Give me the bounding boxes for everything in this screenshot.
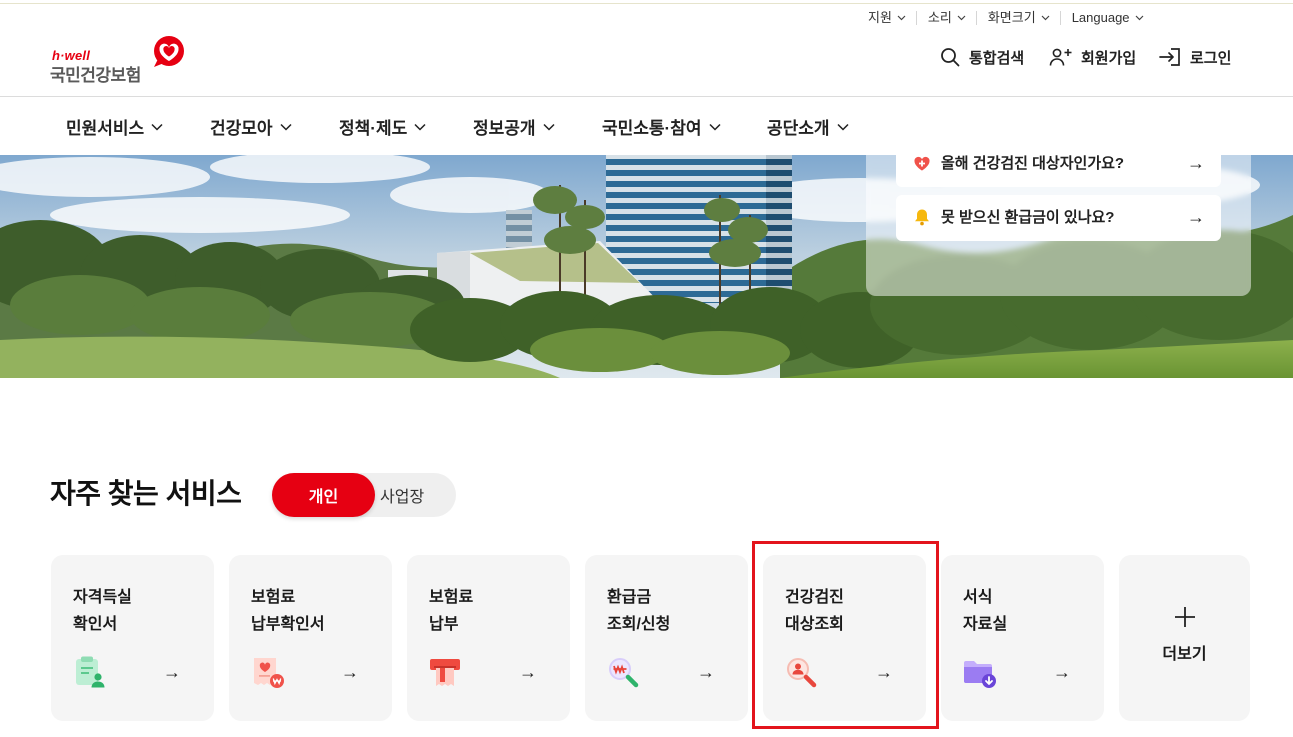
card-title: 서식 자료실 bbox=[963, 584, 1007, 638]
search-icon bbox=[941, 48, 960, 67]
arrow-right-icon: → bbox=[875, 662, 893, 682]
chevron-down-icon bbox=[897, 15, 906, 21]
hero-banner: 올해 건강검진 대상자인가요? → 못 받으신 환급금이 있나요? → bbox=[0, 155, 1293, 378]
bell-icon bbox=[915, 209, 929, 226]
nav-label: 정책·제도 bbox=[339, 119, 408, 138]
card-title-line: 자격득실 bbox=[73, 589, 132, 606]
utility-item-support[interactable]: 지원 bbox=[868, 11, 916, 25]
person-add-icon bbox=[1049, 48, 1072, 66]
more-services-button[interactable]: 더보기 bbox=[1119, 555, 1250, 721]
nav-item-health-moa[interactable]: 건강모아 bbox=[210, 97, 292, 156]
page: 지원 소리 화면크기 Language h·well 국민건강보험 통합검색 회… bbox=[0, 0, 1293, 737]
nav-label: 공단소개 bbox=[767, 119, 830, 138]
chevron-down-icon bbox=[957, 15, 966, 21]
nav-item-policy[interactable]: 정책·제도 bbox=[339, 97, 426, 156]
nav-item-civil-service[interactable]: 민원서비스 bbox=[66, 97, 163, 156]
utility-label: Language bbox=[1071, 10, 1130, 25]
utility-item-language[interactable]: Language bbox=[1059, 10, 1154, 25]
card-title-line: 납부 bbox=[429, 616, 459, 633]
folder-download-icon bbox=[964, 661, 996, 688]
nav-label: 건강모아 bbox=[210, 119, 273, 138]
quick-link-health-checkup[interactable]: 올해 건강검진 대상자인가요? → bbox=[896, 155, 1221, 187]
service-card-forms-library[interactable]: 서식 자료실 → bbox=[941, 555, 1104, 721]
utility-menu: 지원 소리 화면크기 Language bbox=[868, 9, 1154, 27]
chevron-down-icon bbox=[1041, 15, 1050, 21]
chevron-down-icon bbox=[1135, 15, 1143, 21]
arrow-right-icon: → bbox=[341, 662, 359, 682]
service-card-qualification-certificate[interactable]: 자격득실 확인서 → bbox=[51, 555, 214, 721]
site-logo[interactable]: h·well 국민건강보험 bbox=[50, 34, 190, 85]
utility-label: 화면크기 bbox=[987, 10, 1036, 25]
main-nav: 민원서비스 건강모아 정책·제도 정보공개 국민소통·참여 공단소개 bbox=[0, 96, 1293, 156]
utility-item-screen-size[interactable]: 화면크기 bbox=[975, 10, 1060, 25]
card-title-line: 자료실 bbox=[963, 616, 1008, 633]
health-check-search-icon bbox=[787, 658, 817, 688]
nav-item-participation[interactable]: 국민소통·참여 bbox=[602, 97, 721, 156]
refund-search-icon bbox=[609, 658, 639, 688]
card-title-line: 조회/신청 bbox=[607, 616, 671, 633]
heart-logo-icon bbox=[154, 36, 184, 67]
card-title-line: 보험료 bbox=[429, 589, 474, 606]
chevron-down-icon bbox=[280, 123, 292, 131]
card-payment-icon bbox=[430, 659, 460, 686]
search-label: 통합검색 bbox=[969, 49, 1025, 67]
nav-label: 정보공개 bbox=[473, 119, 536, 138]
login-icon bbox=[1159, 48, 1180, 66]
card-title: 보험료 납부확인서 bbox=[251, 584, 325, 638]
card-title-line: 납부확인서 bbox=[251, 616, 325, 633]
chevron-down-icon bbox=[837, 123, 849, 131]
utility-item-sound[interactable]: 소리 bbox=[915, 10, 976, 25]
card-title-line: 확인서 bbox=[73, 616, 118, 633]
arrow-right-icon: → bbox=[1187, 155, 1205, 173]
nav-label: 민원서비스 bbox=[66, 119, 145, 138]
plus-icon bbox=[1175, 607, 1195, 627]
quick-links-panel: 올해 건강검진 대상자인가요? → 못 받으신 환급금이 있나요? → bbox=[866, 155, 1251, 296]
card-title: 환급금 조회/신청 bbox=[607, 584, 670, 638]
card-title-line: 환급금 bbox=[607, 589, 652, 606]
logo-name: 국민건강보험 bbox=[50, 66, 141, 85]
join-button[interactable]: 회원가입 bbox=[1049, 45, 1136, 69]
card-title-line: 서식 bbox=[963, 589, 993, 606]
more-label: 더보기 bbox=[1162, 646, 1207, 663]
nav-label: 국민소통·참여 bbox=[602, 119, 702, 138]
quick-link-label: 올해 건강검진 대상자인가요? bbox=[941, 155, 1125, 172]
join-label: 회원가입 bbox=[1081, 49, 1137, 67]
service-card-health-checkup-lookup[interactable]: 건강검진 대상조회 → bbox=[763, 555, 926, 721]
arrow-right-icon: → bbox=[697, 662, 715, 682]
card-title: 건강검진 대상조회 bbox=[785, 584, 844, 638]
arrow-right-icon: → bbox=[163, 662, 181, 682]
card-title-line: 건강검진 bbox=[785, 589, 844, 606]
audience-toggle: 개인 사업장 bbox=[272, 473, 456, 517]
login-button[interactable]: 로그인 bbox=[1159, 45, 1231, 69]
service-card-premium-payment-certificate[interactable]: 보험료 납부확인서 → bbox=[229, 555, 392, 721]
login-label: 로그인 bbox=[1190, 49, 1232, 67]
chevron-down-icon bbox=[543, 123, 555, 131]
section-title: 자주 찾는 서비스 bbox=[50, 478, 242, 509]
utility-label: 소리 bbox=[927, 10, 952, 25]
quick-link-label: 못 받으신 환급금이 있나요? bbox=[941, 209, 1115, 226]
chevron-down-icon bbox=[151, 123, 163, 131]
tab-business[interactable]: 사업장 bbox=[380, 473, 424, 517]
service-card-premium-payment[interactable]: 보험료 납부 → bbox=[407, 555, 570, 721]
tab-personal[interactable]: 개인 bbox=[272, 473, 375, 517]
chevron-down-icon bbox=[414, 123, 426, 131]
nav-item-about[interactable]: 공단소개 bbox=[767, 97, 849, 156]
service-card-refund[interactable]: 환급금 조회/신청 → bbox=[585, 555, 748, 721]
card-title: 보험료 납부 bbox=[429, 584, 473, 638]
arrow-right-icon: → bbox=[1053, 662, 1071, 682]
heart-plus-icon bbox=[914, 156, 930, 171]
arrow-right-icon: → bbox=[1187, 207, 1205, 227]
nav-item-information-disclosure[interactable]: 정보공개 bbox=[473, 97, 555, 156]
certificate-person-icon bbox=[76, 656, 105, 688]
utility-label: 지원 bbox=[868, 10, 892, 25]
chevron-down-icon bbox=[708, 123, 721, 131]
card-title: 자격득실 확인서 bbox=[73, 584, 132, 638]
arrow-right-icon: → bbox=[519, 662, 537, 682]
quick-link-refund[interactable]: 못 받으신 환급금이 있나요? → bbox=[896, 195, 1221, 241]
top-border bbox=[0, 3, 1293, 4]
card-title-line: 보험료 bbox=[251, 589, 296, 606]
integrated-search-button[interactable]: 통합검색 bbox=[940, 45, 1024, 69]
card-title-line: 대상조회 bbox=[785, 616, 844, 633]
receipt-heart-icon bbox=[254, 658, 284, 688]
